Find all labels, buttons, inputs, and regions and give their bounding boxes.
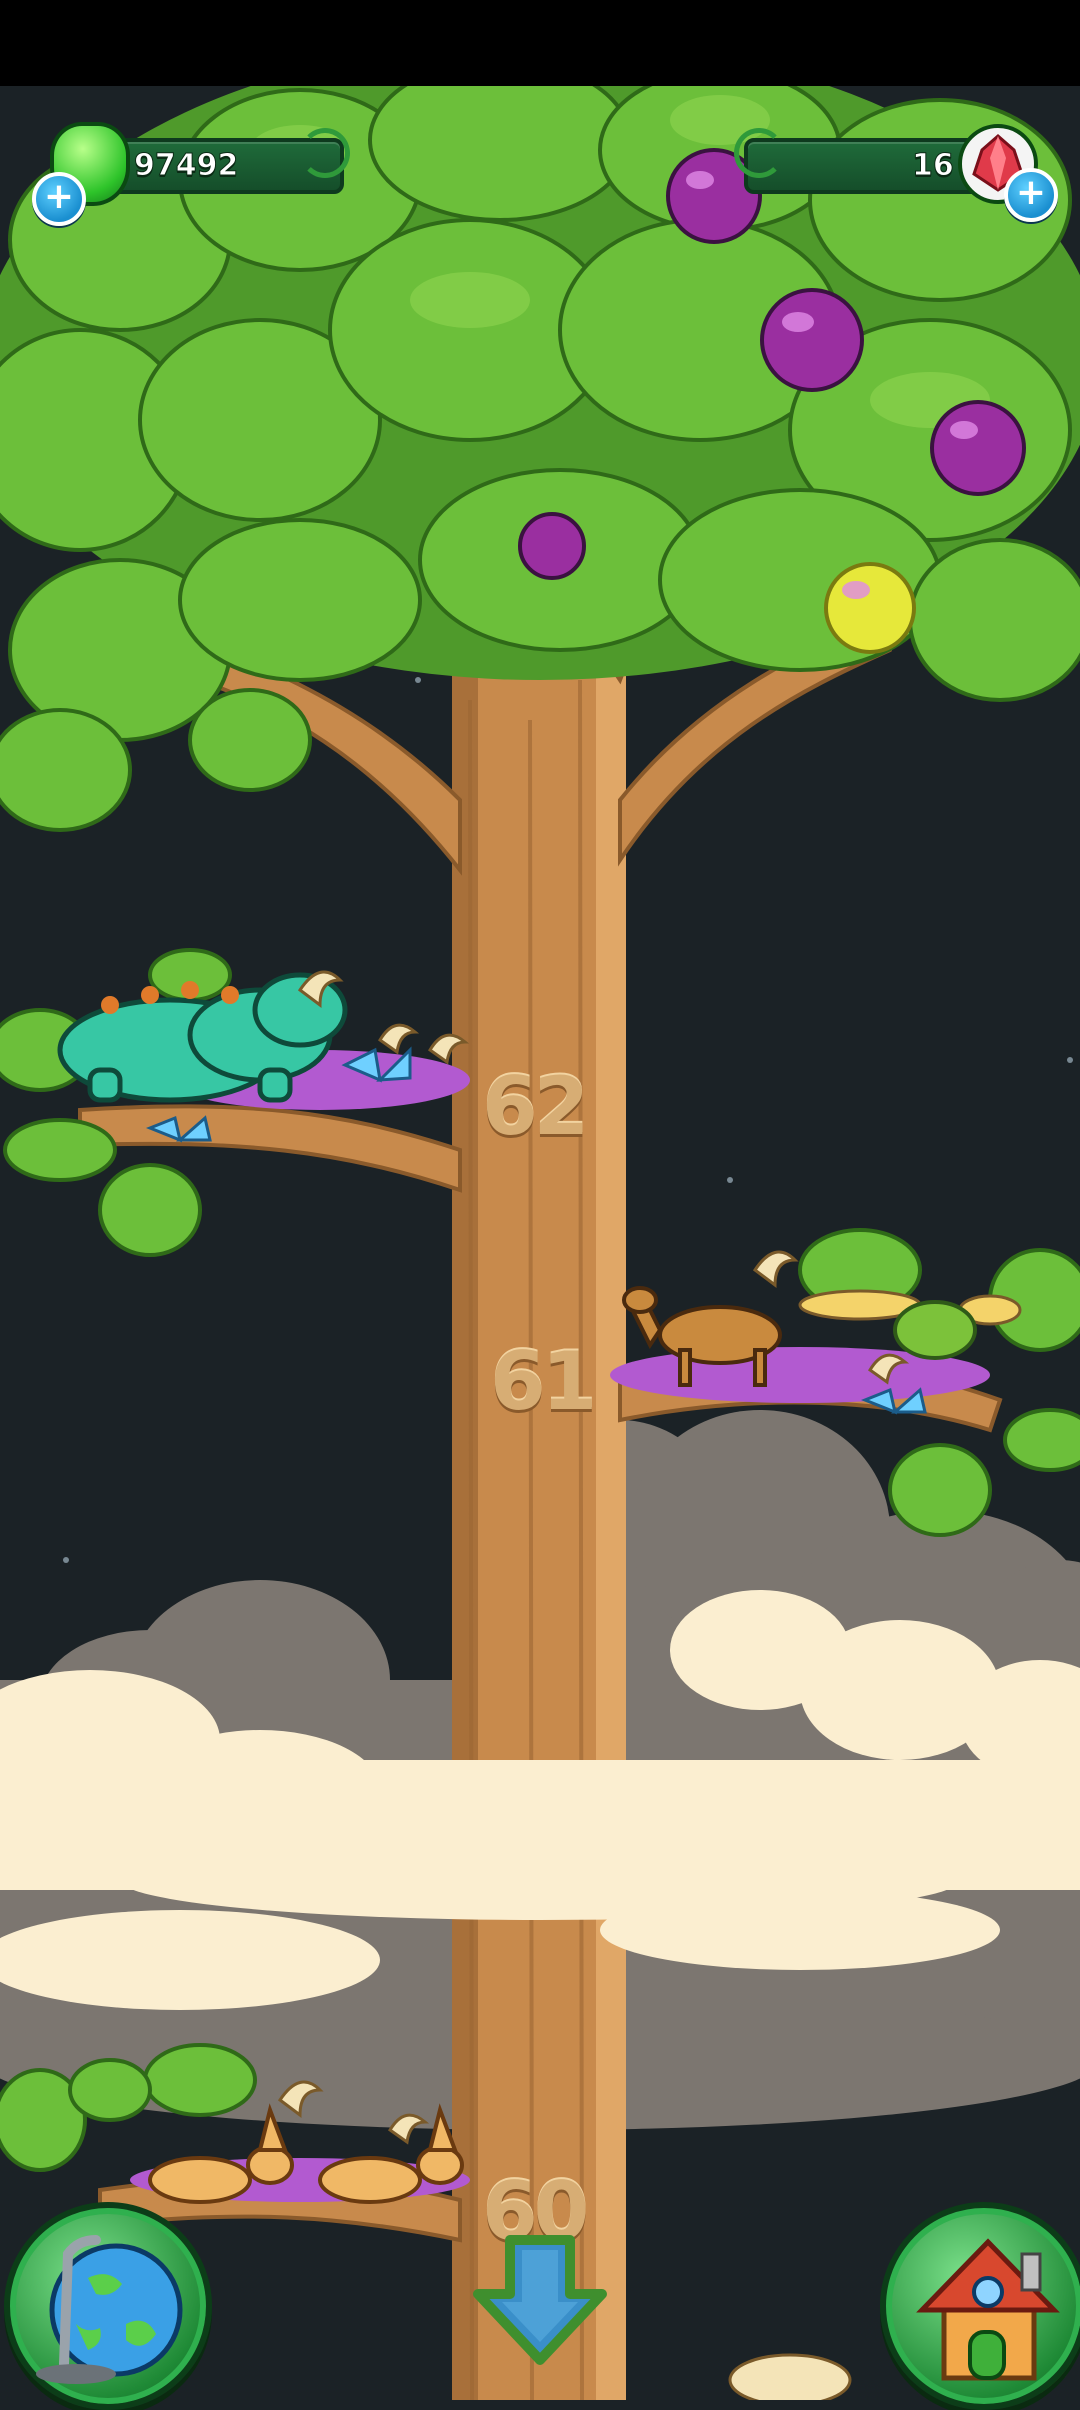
status-bar — [0, 0, 1080, 86]
scroll-down-button[interactable] — [470, 2232, 610, 2368]
purple-fruit — [518, 512, 586, 580]
house-icon — [916, 2238, 1060, 2381]
level-number-62: 62 — [482, 1060, 589, 1153]
slime-count: 97492 — [133, 148, 239, 184]
game-scene — [0, 86, 1080, 2400]
add-gems-button[interactable]: + — [1004, 168, 1058, 222]
home-button[interactable] — [880, 2202, 1080, 2410]
nest-level-62 — [0, 948, 470, 1257]
vine-curl-icon — [300, 128, 350, 178]
arrow-down-icon — [473, 2235, 607, 2365]
yellow-fruit — [824, 562, 916, 654]
purple-fruit — [760, 288, 864, 392]
level-number-61: 61 — [490, 1335, 597, 1428]
globe-icon — [36, 2235, 183, 2384]
vine-curl-icon — [734, 128, 784, 178]
gem-count: 16 — [912, 148, 955, 184]
add-slime-button[interactable]: + — [32, 172, 86, 226]
purple-fruit — [930, 400, 1026, 496]
globe-button[interactable] — [4, 2202, 212, 2410]
